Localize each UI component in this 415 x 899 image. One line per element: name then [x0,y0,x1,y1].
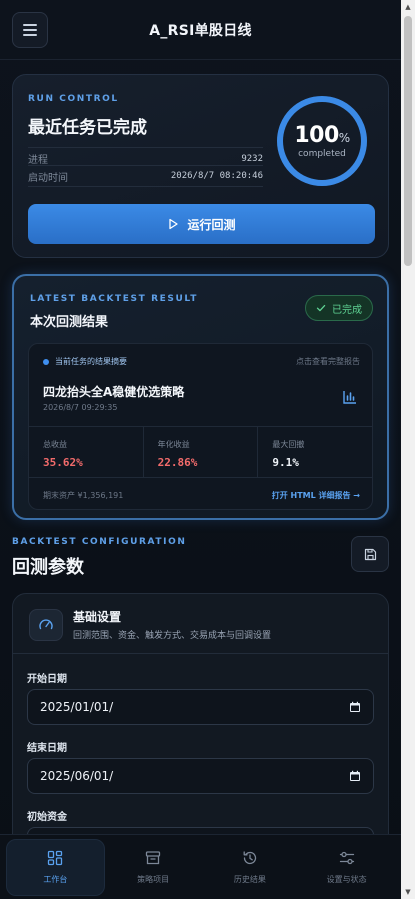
nav-settings-status[interactable]: 设置与状态 [298,839,395,896]
result-footer: 期末资产 ¥1,356,191 打开 HTML 详细报告 → [43,490,360,501]
play-icon [169,218,179,230]
hamburger-menu-icon[interactable] [12,12,48,48]
latest-result-card[interactable]: LATEST BACKTEST RESULT 本次回测结果 已完成 当前任务的结… [12,274,389,520]
config-eyebrow: BACKTEST CONFIGURATION [12,537,187,547]
progress-sub-label: completed [298,149,346,159]
metric-label: 总收益 [43,440,67,449]
basic-settings-title: 基础设置 [73,610,122,624]
start-time-row: 启动时间 2026/8/7 08:20:46 [28,165,263,187]
run-backtest-button[interactable]: 运行回测 [28,204,375,244]
basic-settings-header[interactable]: 基础设置 回测范围、资金、触发方式、交易成本与回调设置 [13,594,388,654]
metric-label: 最大回撤 [272,440,305,449]
start-date-label: 开始日期 [27,674,67,685]
summary-label: 当前任务的结果摘要 [55,357,127,366]
app-root: A_RSI单股日线 RUN CONTROL 最近任务已完成 进程 9232 启动… [0,0,401,899]
dashboard-grid-icon [48,850,63,865]
save-button[interactable] [351,536,389,572]
run-status-title: 最近任务已完成 [28,118,147,138]
gauge-icon [39,619,53,630]
bar-chart-icon[interactable] [342,389,358,405]
start-date-value: 2025/01/01/ [40,700,114,714]
vertical-scrollbar[interactable]: ▲ ▼ [401,0,415,899]
history-clock-icon [243,850,257,864]
initial-capital-label: 初始资金 [27,812,67,823]
summary-label-group: 当前任务的结果摘要 [43,356,127,367]
result-title: 本次回测结果 [30,315,109,330]
metric-total-return: 总收益 35.62% [29,427,144,477]
calendar-icon[interactable] [349,701,361,713]
scroll-up-arrow-icon[interactable]: ▲ [401,0,415,14]
nav-label: 设置与状态 [326,874,367,884]
view-full-report-link[interactable]: 点击查看完整报告 [296,356,360,367]
end-date-label: 结束日期 [27,743,67,754]
metric-max-drawdown: 最大回撤 9.1% [258,427,372,477]
app-header: A_RSI单股日线 [0,0,401,60]
summary-header: 当前任务的结果摘要 点击查看完整报告 [43,356,360,367]
metric-value: 35.62% [43,456,83,469]
nav-label: 历史结果 [233,874,266,884]
end-date-value: 2025/06/01/ [40,769,114,783]
strategy-time: 2026/8/7 09:29:35 [43,403,118,412]
page-title: A_RSI单股日线 [149,22,252,39]
process-value: 9232 [241,153,263,164]
archive-box-icon [145,850,161,864]
config-title: 回测参数 [12,557,84,578]
gauge-icon-box [29,609,63,641]
nav-history-results[interactable]: 历史结果 [202,839,299,896]
final-asset: 期末资产 ¥1,356,191 [43,491,124,500]
nav-label: 工作台 [43,874,68,884]
progress-percent: 100% [294,123,350,148]
sliders-icon [339,851,354,864]
nav-strategy-projects[interactable]: 策略项目 [105,839,202,896]
metric-label: 年化收益 [157,440,190,449]
start-date-input[interactable]: 2025/01/01/ [27,689,374,725]
progress-ring-label: 100% completed [274,93,370,189]
start-time-label: 启动时间 [28,172,68,184]
run-control-eyebrow: RUN CONTROL [28,94,119,104]
calendar-icon[interactable] [349,770,361,782]
metric-value: 9.1% [272,456,299,469]
scroll-down-arrow-icon[interactable]: ▼ [401,885,415,899]
nav-workbench[interactable]: 工作台 [6,838,105,896]
bottom-nav: 工作台 策略项目 历史结果 设置与状态 [0,834,401,899]
metric-annual-return: 年化收益 22.86% [144,427,259,477]
result-eyebrow: LATEST BACKTEST RESULT [30,294,198,304]
open-html-report-link[interactable]: 打开 HTML 详细报告 → [272,490,360,501]
status-badge: 已完成 [305,295,373,321]
run-control-card: RUN CONTROL 最近任务已完成 进程 9232 启动时间 2026/8/… [12,74,389,258]
nav-label: 策略项目 [137,874,170,884]
end-date-input[interactable]: 2025/06/01/ [27,758,374,794]
metrics-row: 总收益 35.62% 年化收益 22.86% 最大回撤 9.1% [29,426,372,478]
status-badge-label: 已完成 [332,304,362,316]
scrollbar-thumb[interactable] [404,16,412,266]
basic-settings-desc: 回测范围、资金、触发方式、交易成本与回调设置 [73,631,272,641]
run-backtest-label: 运行回测 [187,217,236,232]
save-icon [364,548,376,560]
check-icon [316,304,326,312]
process-label: 进程 [28,155,48,166]
basic-settings-card: 基础设置 回测范围、资金、触发方式、交易成本与回调设置 开始日期 2025/01… [12,593,389,863]
start-time-value: 2026/8/7 08:20:46 [170,171,263,181]
strategy-name: 四龙抬头全A稳健优选策略 [43,385,185,399]
metric-value: 22.86% [157,456,198,469]
status-dot-icon [43,358,49,365]
result-summary-panel[interactable]: 当前任务的结果摘要 点击查看完整报告 四龙抬头全A稳健优选策略 2026/8/7… [28,343,373,510]
